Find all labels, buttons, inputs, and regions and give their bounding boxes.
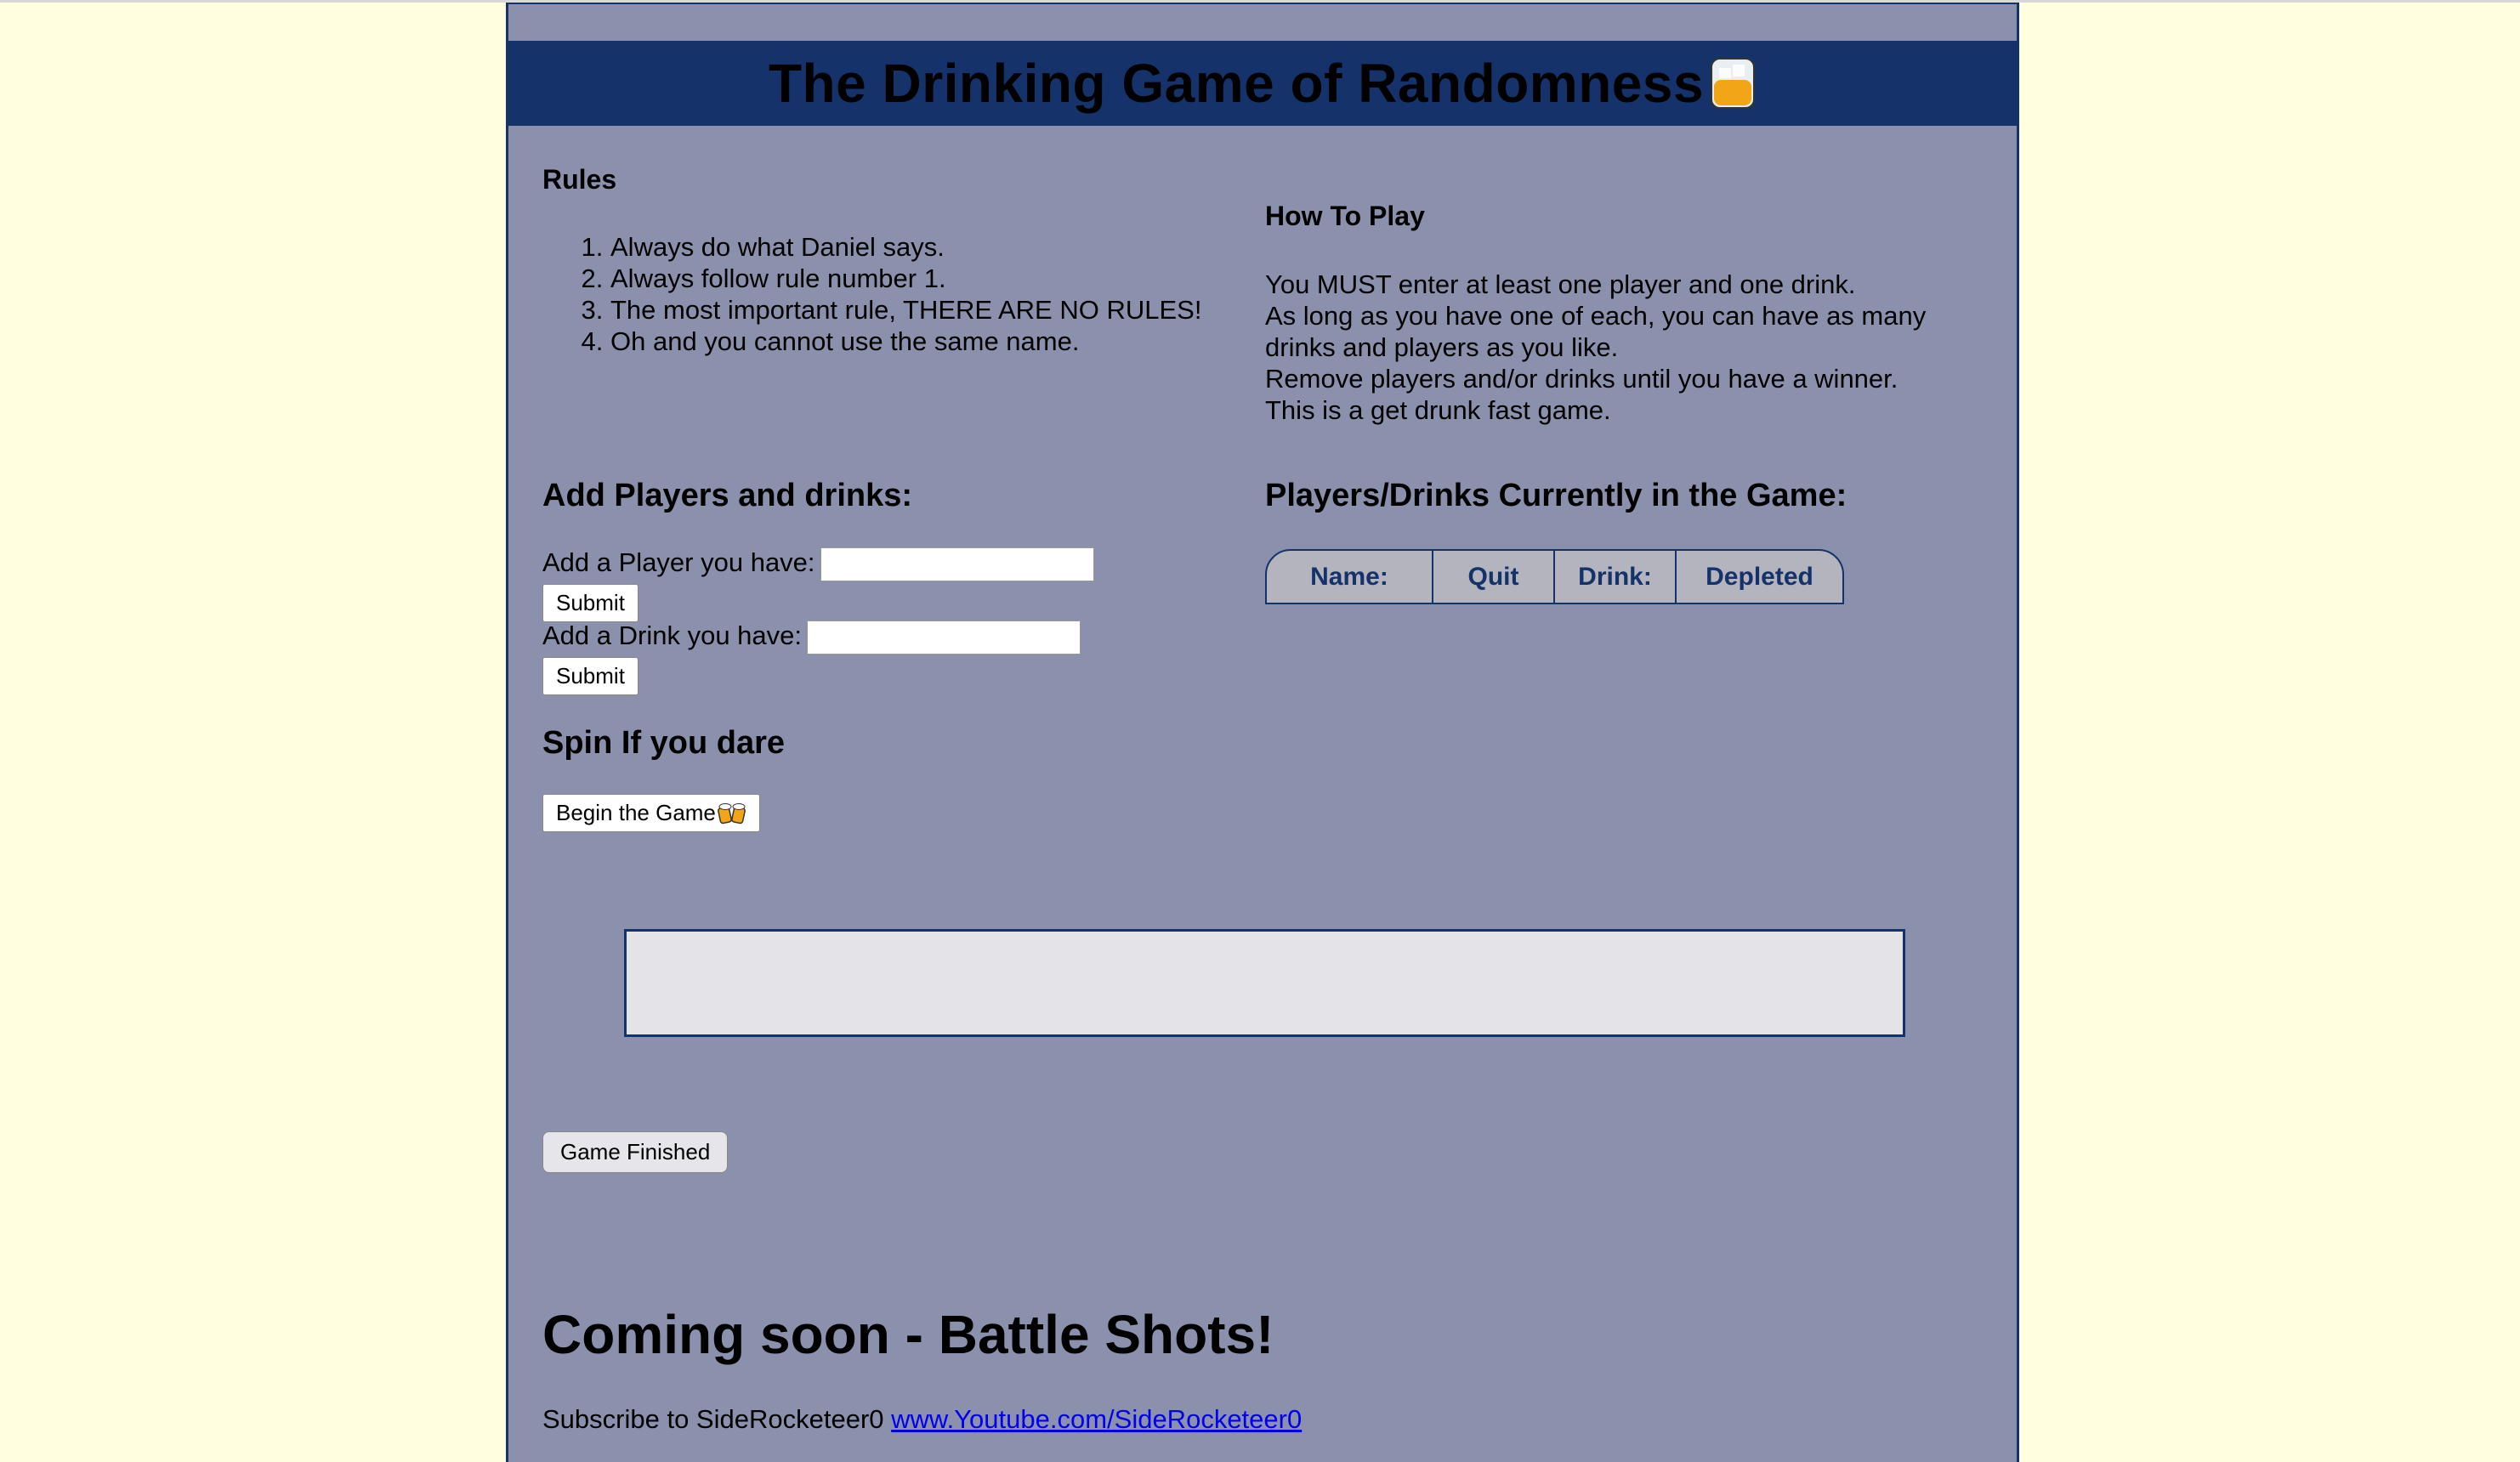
coming-soon-heading: Coming soon - Battle Shots! [542,1304,1274,1365]
column-depleted: Depleted [1706,562,1813,591]
how-to-play-heading: How To Play [1265,201,1425,231]
rules-list: Always do what Daniel says. Always follo… [542,231,1201,357]
column-drink: Drink: [1555,551,1677,603]
how-to-play-line: drinks and players as you like. [1265,332,1619,362]
players-table: Name: Quit Drink: Depleted [1265,549,1844,604]
submit-drink-button[interactable]: Submit [542,657,639,695]
begin-game-label: Begin the Game [556,800,716,825]
player-label: Add a Player you have: [542,547,815,577]
spin-heading: Spin If you dare [542,725,786,761]
begin-game-button[interactable]: Begin the Game [542,794,760,832]
add-players-heading: Add Players and drinks: [542,478,913,513]
main-panel: The Drinking Game of Randomness Rules Al… [506,3,2019,1462]
drink-label: Add a Drink you have: [542,620,803,650]
column-quit: Quit [1433,551,1555,603]
how-to-play-line: You MUST enter at least one player and o… [1265,269,1856,299]
how-to-play-text: You MUST enter at least one player and o… [1265,269,1996,426]
how-to-play-line: As long as you have one of each, you can… [1265,301,1927,331]
drink-input[interactable] [807,620,1081,654]
player-input[interactable] [820,547,1094,581]
rule-item: Oh and you cannot use the same name. [610,326,1201,357]
player-row: Add a Player you have: [542,547,1094,581]
subscribe-text: Subscribe to SideRocketeer0 [542,1404,884,1434]
game-finished-button[interactable]: Game Finished [542,1131,729,1173]
rules-heading: Rules [542,164,617,195]
submit-player-button[interactable]: Submit [542,584,639,622]
whisky-glass-icon [1711,58,1756,109]
footer-text: Subscribe to SideRocketeer0 www.Youtube.… [542,1403,1302,1435]
youtube-link[interactable]: www.Youtube.com/SideRocketeer0 [891,1404,1302,1434]
result-display [624,929,1905,1037]
rule-item: The most important rule, THERE ARE NO RU… [610,294,1201,326]
current-players-heading: Players/Drinks Currently in the Game: [1265,478,1847,513]
column-name: Name: [1267,551,1433,603]
drink-row: Add a Drink you have: [542,620,1081,654]
beer-cheers-icon [717,802,746,824]
how-to-play-line: This is a get drunk fast game. [1265,395,1611,425]
how-to-play-line: Remove players and/or drinks until you h… [1265,364,1899,394]
rule-item: Always follow rule number 1. [610,263,1201,294]
header-banner: The Drinking Game of Randomness [508,41,2017,126]
page-title: The Drinking Game of Randomness [768,53,1705,114]
rule-item: Always do what Daniel says. [610,231,1201,263]
